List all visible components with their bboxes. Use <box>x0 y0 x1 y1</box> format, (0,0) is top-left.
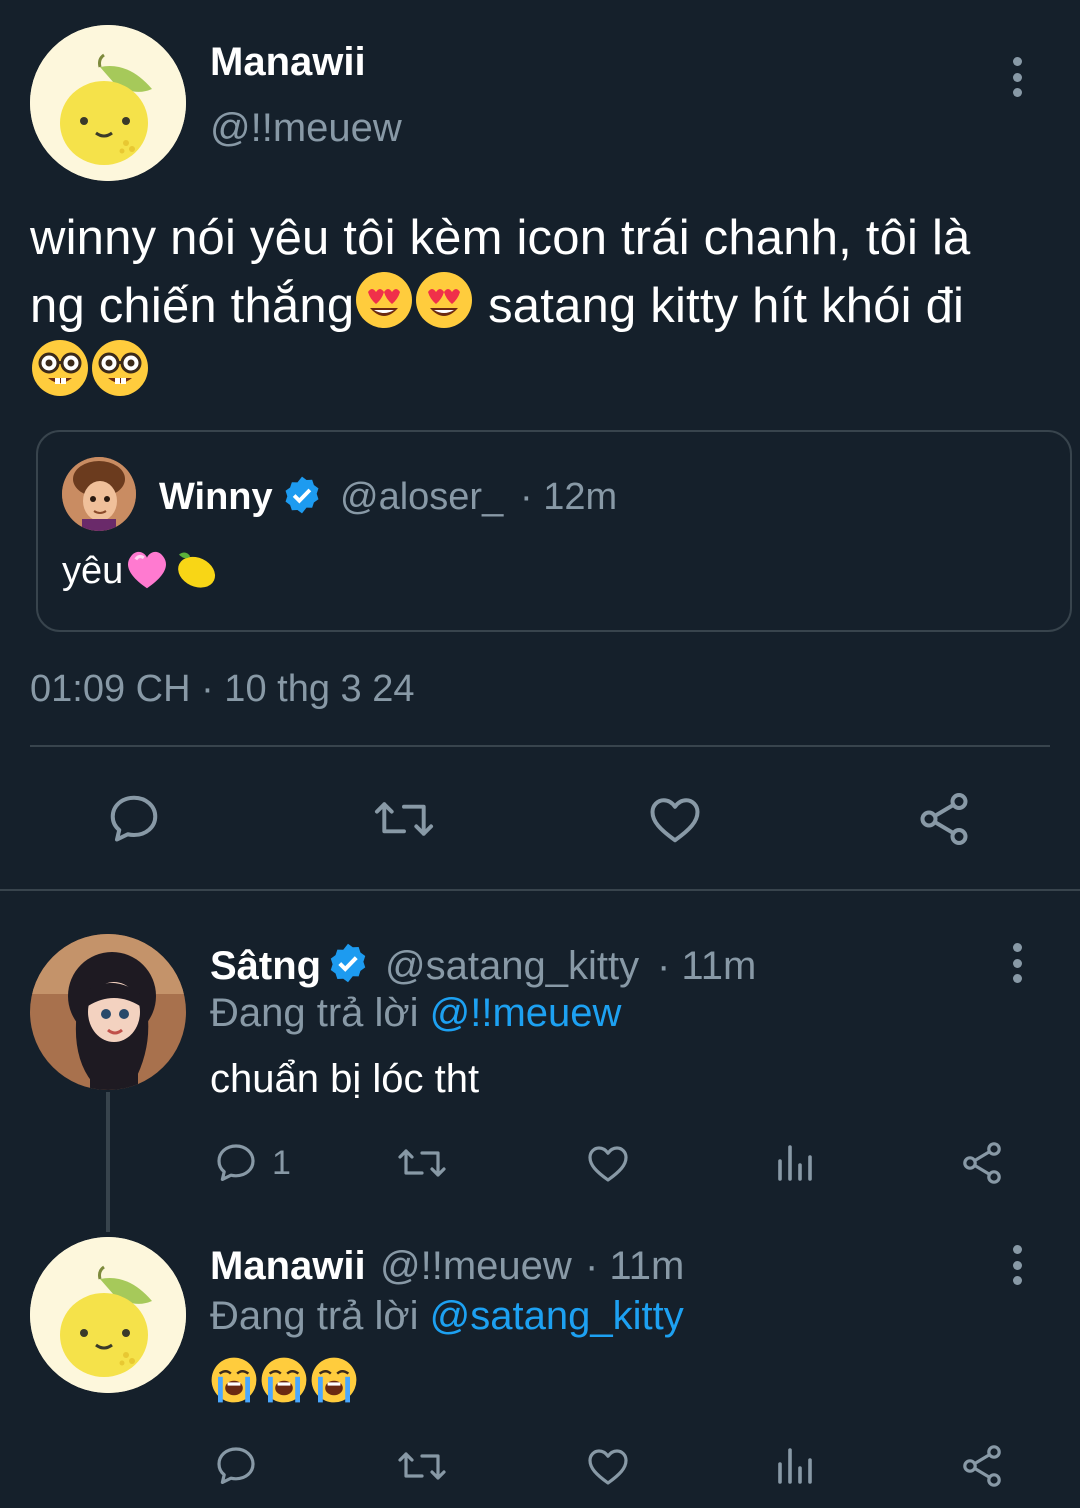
replying-to-link[interactable]: @satang_kitty <box>430 1294 684 1338</box>
replying-prefix: Đang trả lời <box>210 991 430 1035</box>
reply1-text: chuẩn bị lóc tht <box>210 1057 480 1101</box>
more-options-icon[interactable] <box>1011 943 1023 983</box>
retweet-button[interactable] <box>396 1442 448 1490</box>
replying-prefix: Đang trả lời <box>210 1294 430 1338</box>
thread-connector <box>106 1092 110 1232</box>
share-icon <box>963 1142 1001 1184</box>
reply2-text <box>210 1356 358 1404</box>
share-button[interactable] <box>958 1139 1006 1187</box>
reply-button[interactable]: 1 <box>212 1139 291 1187</box>
author-name[interactable]: Manawii <box>210 40 366 85</box>
like-button[interactable] <box>645 789 705 849</box>
section-divider <box>0 889 1080 891</box>
loudly-crying-emoji <box>260 1356 308 1404</box>
reply1-avatar[interactable] <box>30 934 186 1090</box>
views-button[interactable] <box>772 1139 820 1187</box>
quoted-author-avatar[interactable] <box>62 457 136 531</box>
tweet-text-line2a: ng chiến thắng <box>30 279 355 333</box>
reply2-author-name[interactable]: Manawii <box>210 1244 366 1289</box>
nerd-face-emoji <box>30 338 90 398</box>
reply-icon <box>217 1447 255 1484</box>
tweet-text-line3 <box>30 338 1070 401</box>
person-avatar-icon <box>30 934 186 1090</box>
nerd-face-emoji <box>90 338 150 398</box>
reply-button[interactable] <box>104 789 164 849</box>
reply-icon <box>110 795 158 842</box>
reply1-replying-to: Đang trả lời @!!meuew <box>210 991 621 1036</box>
reply2-time: · 11m <box>585 1244 685 1288</box>
more-options-icon[interactable] <box>1011 1245 1023 1285</box>
retweet-button[interactable] <box>372 789 436 849</box>
heart-icon <box>588 1449 628 1485</box>
heart-eyes-emoji <box>354 270 414 330</box>
tweet-text-line2b: satang kitty hít khói đi <box>474 279 965 333</box>
heart-icon <box>650 798 700 843</box>
quoted-tweet-text: yêu <box>62 545 219 594</box>
retweet-icon <box>398 1452 446 1480</box>
verified-badge-icon <box>326 941 370 985</box>
tweet-text-line2: ng chiến thắng satang kitty hít khói đi <box>30 270 1070 338</box>
retweet-icon <box>398 1149 446 1177</box>
reply-count: 1 <box>272 1143 291 1182</box>
replying-to-link[interactable]: @!!meuew <box>430 991 622 1035</box>
share-button[interactable] <box>914 789 974 849</box>
verified-badge-icon <box>281 474 323 516</box>
bar-chart-icon <box>778 1145 812 1181</box>
reply1-time: · 11m <box>657 944 757 988</box>
quoted-tweet-card[interactable] <box>36 430 1072 632</box>
retweet-icon <box>374 802 434 836</box>
retweet-button[interactable] <box>396 1139 448 1187</box>
reply-icon <box>217 1144 255 1181</box>
stats-divider <box>30 745 1050 747</box>
like-button[interactable] <box>584 1139 632 1187</box>
share-button[interactable] <box>958 1442 1006 1490</box>
quoted-tweet-time: · 12m <box>520 476 618 518</box>
lemon-avatar-icon <box>30 1237 186 1393</box>
reply2-replying-to: Đang trả lời @satang_kitty <box>210 1294 684 1339</box>
reply2-avatar[interactable] <box>30 1237 186 1393</box>
like-button[interactable] <box>584 1442 632 1490</box>
share-icon <box>963 1445 1001 1487</box>
reply2-author-handle[interactable]: @!!meuew <box>380 1244 572 1289</box>
reply-button[interactable] <box>212 1442 260 1490</box>
bar-chart-icon <box>778 1448 812 1484</box>
quoted-author-name[interactable]: Winny <box>159 476 273 519</box>
tweet-timestamp: 01:09 CH · 10 thg 3 24 <box>30 668 415 710</box>
quoted-author-handle[interactable]: @aloser_ <box>340 476 503 519</box>
loudly-crying-emoji <box>210 1356 258 1404</box>
more-options-icon[interactable] <box>1011 57 1023 97</box>
reply1-author-handle[interactable]: @satang_kitty <box>385 944 639 989</box>
reply1-author-name[interactable]: Sâtng <box>210 944 321 989</box>
heart-icon <box>588 1146 628 1182</box>
pink-heart-emoji <box>123 545 171 593</box>
tweet-text: winny nói yêu tôi kèm icon trái chanh, t… <box>30 207 1070 401</box>
person-avatar-icon <box>62 457 136 531</box>
tweet-text-line1: winny nói yêu tôi kèm icon trái chanh, t… <box>30 211 971 265</box>
quoted-tweet-text-content: yêu <box>62 550 124 592</box>
loudly-crying-emoji <box>310 1356 358 1404</box>
lemon-emoji <box>171 545 219 593</box>
author-avatar[interactable] <box>30 25 186 181</box>
heart-eyes-emoji <box>414 270 474 330</box>
views-button[interactable] <box>772 1442 820 1490</box>
lemon-avatar-icon <box>30 25 186 181</box>
share-icon <box>920 793 968 845</box>
author-handle[interactable]: @!!meuew <box>210 106 402 151</box>
